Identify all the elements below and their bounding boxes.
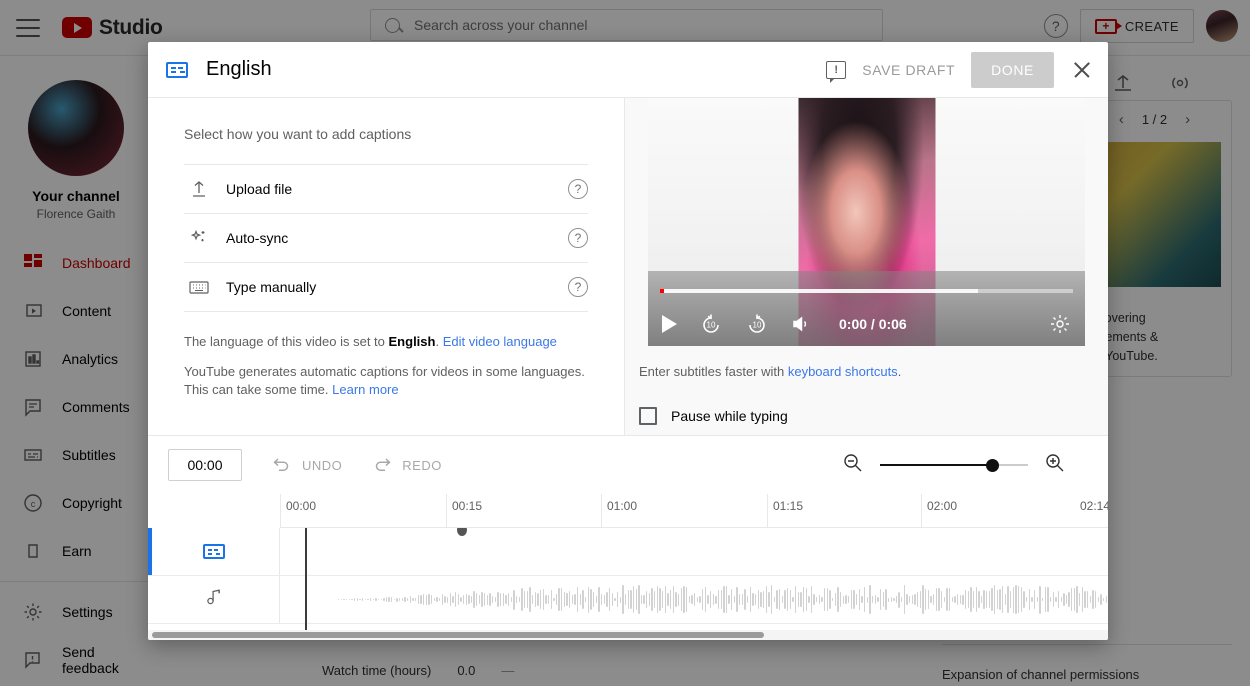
caption-track-row[interactable] bbox=[148, 528, 1108, 576]
done-button[interactable]: DONE bbox=[971, 52, 1054, 88]
language-note-post: . bbox=[435, 334, 442, 349]
redo-icon bbox=[372, 456, 392, 475]
track-accent bbox=[148, 528, 152, 575]
preview-extras: Enter subtitles faster with keyboard sho… bbox=[625, 346, 1108, 425]
ruler-tick: 00:15 bbox=[446, 494, 482, 528]
player-controls-overlay: 10 10 0:00 / 0:06 bbox=[648, 271, 1085, 346]
rewind-10-icon[interactable]: 10 bbox=[699, 312, 723, 336]
help-icon[interactable]: ? bbox=[568, 179, 588, 199]
keyboard-shortcuts-link[interactable]: keyboard shortcuts bbox=[788, 364, 898, 379]
language-note: The language of this video is set to Eng… bbox=[184, 334, 588, 349]
timeline-toolbar: 00:00 UNDO REDO bbox=[148, 436, 1108, 494]
ruler-tick: 02:00 bbox=[921, 494, 957, 528]
section-label: Select how you want to add captions bbox=[184, 126, 588, 142]
progress-bar[interactable] bbox=[660, 289, 1073, 293]
zoom-slider[interactable] bbox=[880, 458, 1028, 472]
redo-label: REDO bbox=[402, 458, 442, 473]
video-player[interactable]: 10 10 0:00 / 0:06 bbox=[648, 98, 1085, 346]
dialog-header-actions: ! SAVE DRAFT DONE bbox=[826, 52, 1094, 88]
volume-icon[interactable] bbox=[791, 314, 813, 334]
audio-waveform bbox=[338, 583, 1108, 617]
auto-captions-note: YouTube generates automatic captions for… bbox=[184, 363, 588, 399]
pause-while-typing-checkbox[interactable] bbox=[639, 407, 657, 425]
zoom-slider-thumb[interactable] bbox=[986, 459, 999, 472]
undo-icon bbox=[272, 456, 292, 475]
zoom-controls bbox=[842, 452, 1066, 479]
help-icon[interactable]: ? bbox=[568, 228, 588, 248]
progress-played bbox=[660, 289, 664, 293]
keyboard-icon bbox=[184, 279, 214, 295]
subtitles-dialog: English ! SAVE DRAFT DONE Select how you… bbox=[148, 42, 1108, 640]
play-icon[interactable] bbox=[662, 315, 677, 333]
timecode-input[interactable]: 00:00 bbox=[168, 449, 242, 481]
ruler-tick: 02:14 bbox=[1075, 494, 1108, 528]
caption-track-body[interactable] bbox=[280, 528, 1108, 575]
caption-track-icon bbox=[203, 544, 225, 559]
edit-video-language-link[interactable]: Edit video language bbox=[443, 334, 557, 349]
playhead[interactable] bbox=[305, 528, 307, 630]
dialog-header: English ! SAVE DRAFT DONE bbox=[148, 42, 1108, 98]
option-auto-sync[interactable]: Auto-sync ? bbox=[184, 214, 588, 263]
player-control-row: 10 10 0:00 / 0:06 bbox=[662, 312, 1071, 336]
report-feedback-icon[interactable]: ! bbox=[826, 61, 846, 79]
close-icon[interactable] bbox=[1070, 58, 1094, 82]
closed-caption-icon bbox=[166, 62, 188, 78]
shortcuts-post: . bbox=[898, 364, 902, 379]
forward-10-icon[interactable]: 10 bbox=[745, 312, 769, 336]
timeline-horizontal-scrollbar[interactable] bbox=[148, 630, 1108, 640]
ruler-tick: 01:15 bbox=[767, 494, 803, 528]
scrollbar-thumb[interactable] bbox=[152, 632, 764, 638]
ruler-tick: 01:00 bbox=[601, 494, 637, 528]
dialog-body: Select how you want to add captions Uplo… bbox=[148, 98, 1108, 436]
undo-label: UNDO bbox=[302, 458, 342, 473]
audio-track-row[interactable] bbox=[148, 576, 1108, 624]
music-note-icon bbox=[204, 587, 224, 612]
svg-text:10: 10 bbox=[753, 321, 762, 330]
progress-buffer bbox=[660, 289, 978, 293]
learn-more-link[interactable]: Learn more bbox=[332, 382, 398, 397]
save-draft-button[interactable]: SAVE DRAFT bbox=[862, 62, 955, 78]
zoom-out-icon[interactable] bbox=[842, 452, 864, 479]
caption-method-panel: Select how you want to add captions Uplo… bbox=[148, 98, 625, 435]
option-upload-file[interactable]: Upload file ? bbox=[184, 165, 588, 214]
time-display: 0:00 / 0:06 bbox=[839, 316, 907, 332]
language-note-pre: The language of this video is set to bbox=[184, 334, 389, 349]
redo-button[interactable]: REDO bbox=[372, 456, 442, 475]
audio-track-head bbox=[148, 576, 280, 623]
dialog-title: English bbox=[206, 58, 272, 81]
pause-while-typing-row[interactable]: Pause while typing bbox=[639, 407, 1094, 425]
ruler-tick: 00:00 bbox=[280, 494, 316, 528]
option-type-manually[interactable]: Type manually ? bbox=[184, 263, 588, 312]
timeline-ruler[interactable]: 00:00 00:15 01:00 01:15 02:00 02:14 bbox=[280, 494, 1108, 528]
caption-track-head bbox=[148, 528, 280, 575]
pause-while-typing-label: Pause while typing bbox=[671, 408, 788, 424]
option-label: Upload file bbox=[226, 181, 292, 197]
sparkle-icon bbox=[184, 228, 214, 248]
zoom-in-icon[interactable] bbox=[1044, 452, 1066, 479]
screen: Studio Search across your channel ? + CR… bbox=[0, 0, 1250, 686]
shortcuts-line: Enter subtitles faster with keyboard sho… bbox=[639, 364, 1094, 379]
option-label: Auto-sync bbox=[226, 230, 288, 246]
upload-icon bbox=[184, 180, 214, 198]
language-value: English bbox=[389, 334, 436, 349]
settings-gear-icon[interactable] bbox=[1049, 313, 1071, 335]
undo-button[interactable]: UNDO bbox=[272, 456, 342, 475]
timeline-tracks bbox=[148, 528, 1108, 630]
help-icon[interactable]: ? bbox=[568, 277, 588, 297]
caption-option-list: Upload file ? Auto-sync ? bbox=[184, 164, 588, 312]
preview-panel: 10 10 0:00 / 0:06 bbox=[625, 98, 1108, 435]
audio-track-body[interactable] bbox=[280, 576, 1108, 623]
option-label: Type manually bbox=[226, 279, 316, 295]
shortcuts-pre: Enter subtitles faster with bbox=[639, 364, 788, 379]
svg-text:10: 10 bbox=[707, 321, 716, 330]
